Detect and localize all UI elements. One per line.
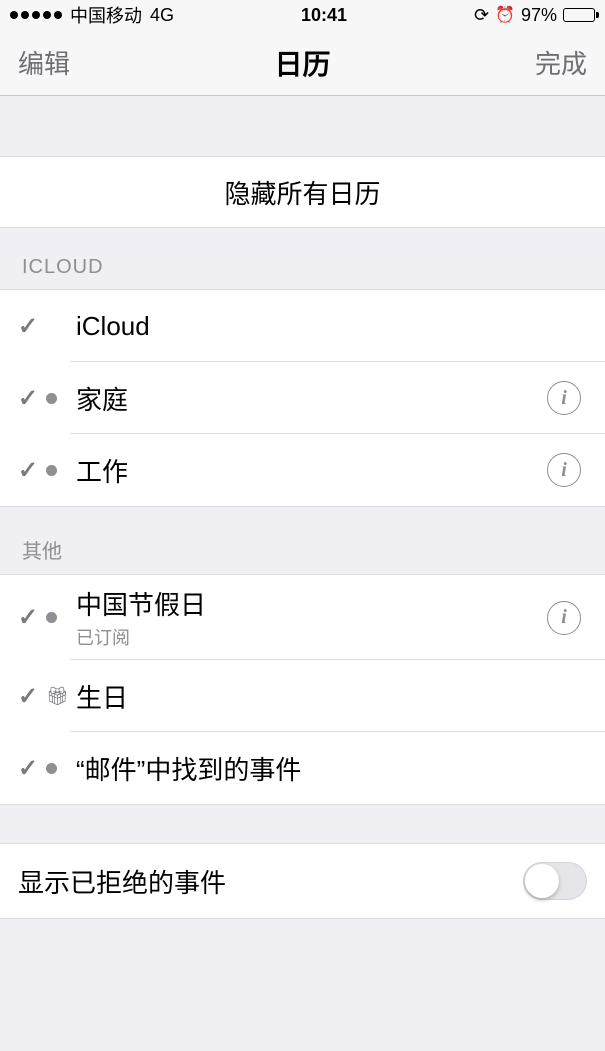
show-declined-events-row: 显示已拒绝的事件 (0, 843, 605, 919)
calendar-label: 生日 (76, 668, 587, 725)
calendar-row-birthdays[interactable]: ✓ 🎁︎ 生日 (0, 660, 605, 732)
section-header-other: 其他 (0, 507, 605, 574)
calendar-label: 工作 (76, 442, 547, 499)
toggle-knob (525, 864, 559, 898)
checkmark-icon: ✓ (18, 682, 46, 711)
calendar-label: “邮件”中找到的事件 (76, 740, 587, 797)
info-icon[interactable]: i (547, 453, 581, 487)
section-other: ✓ 中国节假日 已订阅 i ✓ 🎁︎ 生日 ✓ “邮件”中找到的事件 (0, 574, 605, 805)
page-title: 日历 (274, 43, 330, 83)
signal-strength-icon (10, 11, 62, 19)
calendar-label: 中国节假日 已订阅 (76, 575, 547, 660)
checkmark-icon: ✓ (18, 603, 46, 632)
clock-label: 10:41 (301, 5, 347, 26)
done-button[interactable]: 完成 (535, 44, 587, 81)
calendar-color-icon (46, 465, 76, 476)
carrier-label: 中国移动 (70, 2, 142, 28)
calendar-color-icon (46, 393, 76, 404)
alarm-icon: ⏰ (495, 5, 515, 25)
calendar-color-icon (46, 763, 76, 774)
calendar-row-found-in-mail[interactable]: ✓ “邮件”中找到的事件 (0, 732, 605, 804)
edit-button[interactable]: 编辑 (18, 44, 70, 81)
gift-icon: 🎁︎ (46, 686, 76, 707)
battery-percent: 97% (521, 5, 557, 26)
status-left: 中国移动 4G (10, 2, 174, 28)
calendar-row-holidays[interactable]: ✓ 中国节假日 已订阅 i (0, 575, 605, 660)
rotation-lock-icon: ⟳ (474, 5, 489, 26)
calendar-row-family[interactable]: ✓ 家庭 i (0, 362, 605, 434)
info-icon[interactable]: i (547, 381, 581, 415)
subscribed-label: 已订阅 (76, 624, 547, 650)
show-declined-events-label: 显示已拒绝的事件 (18, 863, 523, 900)
show-declined-events-toggle[interactable] (523, 862, 587, 900)
calendar-row-icloud[interactable]: ✓ iCloud (0, 290, 605, 362)
checkmark-icon: ✓ (18, 456, 46, 485)
status-right: ⟳ ⏰ 97% (474, 5, 595, 26)
calendar-row-work[interactable]: ✓ 工作 i (0, 434, 605, 506)
network-label: 4G (150, 5, 174, 26)
section-header-icloud: ICLOUD (0, 228, 605, 289)
battery-icon (563, 8, 595, 22)
section-icloud: ✓ iCloud ✓ 家庭 i ✓ 工作 i (0, 289, 605, 507)
calendar-label: iCloud (76, 301, 587, 352)
hide-all-calendars-button[interactable]: 隐藏所有日历 (0, 156, 605, 228)
nav-bar: 编辑 日历 完成 (0, 30, 605, 96)
checkmark-icon: ✓ (18, 312, 46, 341)
status-bar: 中国移动 4G 10:41 ⟳ ⏰ 97% (0, 0, 605, 30)
calendar-color-icon (46, 612, 76, 623)
checkmark-icon: ✓ (18, 384, 46, 413)
checkmark-icon: ✓ (18, 754, 46, 783)
info-icon[interactable]: i (547, 601, 581, 635)
calendar-label: 家庭 (76, 370, 547, 427)
